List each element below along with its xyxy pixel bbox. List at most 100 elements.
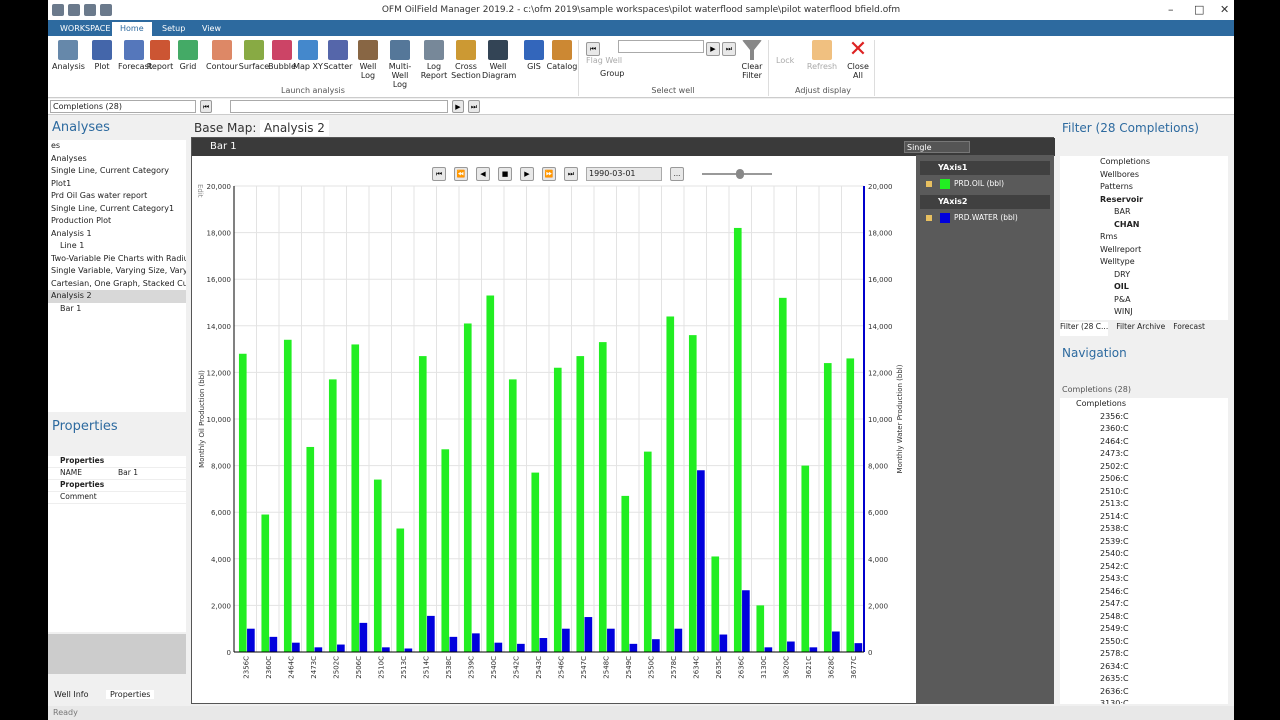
- nav-well-item[interactable]: 2514:C: [1060, 511, 1228, 524]
- tab-workspace[interactable]: WORKSPACE: [52, 22, 118, 36]
- nav-well-item[interactable]: 2543:C: [1060, 573, 1228, 586]
- properties-tab[interactable]: Properties: [106, 690, 155, 699]
- well-select-combo[interactable]: [618, 40, 704, 53]
- analysis-item[interactable]: Cartesian, One Graph, Stacked Curves: [48, 278, 186, 291]
- filter-item[interactable]: BAR: [1060, 206, 1228, 219]
- legend-water[interactable]: PRD.WATER (bbl): [920, 211, 1018, 225]
- property-row[interactable]: NAME Bar 1: [48, 468, 186, 480]
- nav-well-item[interactable]: 2360:C: [1060, 423, 1228, 436]
- analysis-item[interactable]: Line 1: [48, 240, 186, 253]
- filter-item[interactable]: CHAN: [1060, 219, 1228, 232]
- filter-item[interactable]: Wellreport: [1060, 244, 1228, 257]
- nav-well-item[interactable]: 2578:C: [1060, 648, 1228, 661]
- mode-combo[interactable]: Single: [904, 141, 970, 153]
- nav-well-item[interactable]: 2502:C: [1060, 461, 1228, 474]
- ribbon-cross-section-button[interactable]: Cross Section: [450, 40, 482, 80]
- nav-well-item[interactable]: 2548:C: [1060, 611, 1228, 624]
- legend-oil[interactable]: PRD.OIL (bbl): [920, 177, 1004, 191]
- nav-well-item[interactable]: 2636:C: [1060, 686, 1228, 699]
- analysis-item[interactable]: Analysis 2: [48, 290, 186, 303]
- next-well-icon[interactable]: ▶: [706, 42, 720, 56]
- filter-archive-tab[interactable]: Filter Archive: [1116, 322, 1165, 336]
- nav-well-item[interactable]: 2546:C: [1060, 586, 1228, 599]
- tab-view[interactable]: View: [194, 22, 229, 36]
- first-icon[interactable]: ⏮: [200, 100, 212, 113]
- analysis-item[interactable]: Bar 1: [48, 303, 186, 316]
- analysis-item[interactable]: Single Line, Current Category: [48, 165, 186, 178]
- filter-item[interactable]: Rms: [1060, 231, 1228, 244]
- analysis-item[interactable]: es: [48, 140, 186, 153]
- clear-filter-button[interactable]: Clear Filter: [736, 40, 768, 80]
- filter-item[interactable]: Completions: [1060, 156, 1228, 169]
- ribbon-map-xy-button[interactable]: Map XY: [292, 40, 324, 71]
- nav-well-item[interactable]: 2550:C: [1060, 636, 1228, 649]
- analysis-item[interactable]: Prd Oil Gas water report: [48, 190, 186, 203]
- ribbon-log-report-button[interactable]: Log Report: [418, 40, 450, 80]
- well-info-tab[interactable]: Well Info: [54, 690, 89, 699]
- maximize-icon[interactable]: □: [1194, 3, 1204, 16]
- analysis-item[interactable]: Plot1: [48, 178, 186, 191]
- nav-well-item[interactable]: 2539:C: [1060, 536, 1228, 549]
- analysis-item[interactable]: Single Variable, Varying Size, Varying C: [48, 265, 186, 278]
- filter-item[interactable]: WINJ: [1060, 306, 1228, 319]
- ribbon-well-log-button[interactable]: Well Log: [352, 40, 384, 80]
- next-icon[interactable]: ▶: [452, 100, 464, 113]
- ribbon-analysis-button[interactable]: Analysis: [52, 40, 85, 71]
- property-row[interactable]: Comment: [48, 492, 186, 504]
- tab-setup[interactable]: Setup: [154, 22, 193, 36]
- tab-analysis2[interactable]: Analysis 2: [260, 120, 329, 136]
- nav-well-item[interactable]: 2473:C: [1060, 448, 1228, 461]
- flag-well-checkbox[interactable]: Flag Well: [586, 56, 622, 65]
- forecast-tab[interactable]: Forecast: [1173, 322, 1205, 336]
- analysis-item[interactable]: Analyses: [48, 153, 186, 166]
- group-button[interactable]: Group: [600, 69, 624, 78]
- filter-item[interactable]: Wellbores: [1060, 169, 1228, 182]
- ribbon-catalog-button[interactable]: Catalog: [546, 40, 578, 71]
- ribbon-plot-button[interactable]: Plot: [86, 40, 118, 71]
- close-all-button[interactable]: ✕ Close All: [842, 39, 874, 81]
- well-combo[interactable]: [230, 100, 448, 113]
- last-icon[interactable]: ⏭: [468, 100, 480, 113]
- analysis-item[interactable]: Two-Variable Pie Charts with Radius C: [48, 253, 186, 266]
- close-icon[interactable]: ✕: [1220, 3, 1229, 16]
- nav-well-item[interactable]: 2513:C: [1060, 498, 1228, 511]
- ribbon-contour-button[interactable]: Contour: [206, 40, 238, 71]
- ribbon-grid-button[interactable]: Grid: [172, 40, 204, 71]
- filter-item[interactable]: DRY: [1060, 269, 1228, 282]
- ribbon-scatter-button[interactable]: Scatter: [322, 40, 354, 71]
- tab-basemap[interactable]: Base Map:: [190, 120, 260, 136]
- lock-checkbox[interactable]: Lock: [776, 56, 794, 65]
- nav-well-item[interactable]: 2547:C: [1060, 598, 1228, 611]
- navigation-combo[interactable]: Completions (28): [1060, 384, 1232, 397]
- nav-well-item[interactable]: 2549:C: [1060, 623, 1228, 636]
- ribbon-well-diagram-button[interactable]: Well Diagram: [482, 40, 516, 80]
- minimize-icon[interactable]: –: [1168, 3, 1174, 16]
- completions-combo[interactable]: Completions (28): [50, 100, 196, 113]
- filter-tab[interactable]: Filter (28 C...: [1060, 322, 1109, 336]
- nav-well-item[interactable]: 3130:C: [1060, 698, 1228, 704]
- filter-item[interactable]: Welltype: [1060, 256, 1228, 269]
- last-well-icon[interactable]: ⏭: [722, 42, 736, 56]
- refresh-button[interactable]: Refresh: [806, 40, 838, 71]
- nav-well-item[interactable]: 2506:C: [1060, 473, 1228, 486]
- property-row[interactable]: Properties: [48, 480, 186, 492]
- nav-well-item[interactable]: 2540:C: [1060, 548, 1228, 561]
- analysis-item[interactable]: Production Plot: [48, 215, 186, 228]
- filter-item[interactable]: Patterns: [1060, 181, 1228, 194]
- ribbon-multi-well-log-button[interactable]: Multi-Well Log: [384, 40, 416, 89]
- nav-well-item[interactable]: 2635:C: [1060, 673, 1228, 686]
- nav-well-item[interactable]: 2464:C: [1060, 436, 1228, 449]
- nav-well-item[interactable]: 2356:C: [1060, 411, 1228, 424]
- tab-home[interactable]: Home: [112, 22, 152, 36]
- first-well-icon[interactable]: ⏮: [586, 42, 600, 56]
- filter-item[interactable]: OIL: [1060, 281, 1228, 294]
- analysis-item[interactable]: Single Line, Current Category1: [48, 203, 186, 216]
- nav-well-item[interactable]: 2634:C: [1060, 661, 1228, 674]
- analysis-item[interactable]: Analysis 1: [48, 228, 186, 241]
- filter-item[interactable]: Reservoir: [1060, 194, 1228, 207]
- nav-well-item[interactable]: 2510:C: [1060, 486, 1228, 499]
- nav-root[interactable]: Completions: [1060, 398, 1228, 411]
- nav-well-item[interactable]: 2542:C: [1060, 561, 1228, 574]
- property-row[interactable]: Properties: [48, 456, 186, 468]
- nav-well-item[interactable]: 2538:C: [1060, 523, 1228, 536]
